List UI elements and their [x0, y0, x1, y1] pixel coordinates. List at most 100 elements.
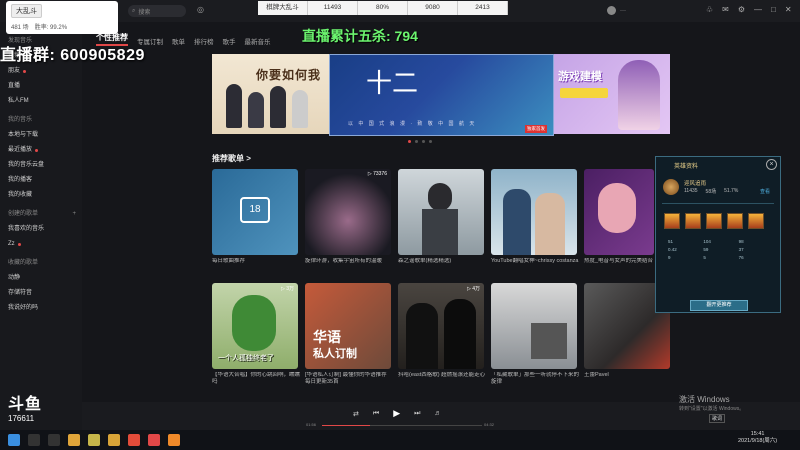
- playlist-title[interactable]: 森之谣歌单(精选精选): [398, 258, 486, 265]
- playlist-card[interactable]: ▷ 73376: [305, 169, 391, 255]
- avatar: [663, 179, 679, 195]
- playlist-card[interactable]: [398, 169, 484, 255]
- sidebar-item[interactable]: 我说好的吗: [0, 301, 82, 316]
- sidebar-item[interactable]: 我的收藏: [0, 188, 82, 203]
- view-link[interactable]: 查看: [760, 188, 770, 195]
- add-playlist-icon[interactable]: +: [72, 207, 76, 222]
- playlist-title[interactable]: [华语私人订制] 最懂你的华语推荐 每日更新35首: [305, 372, 393, 386]
- calendar-day: 18: [249, 204, 261, 215]
- banner-dot[interactable]: [408, 140, 411, 143]
- windows-start-icon[interactable]: [8, 434, 20, 446]
- window-controls: ♧ ✉ ⚙ — □ ✕: [706, 5, 792, 14]
- activation-watermark: 激活 Windows: [679, 395, 730, 404]
- banner-dot[interactable]: [429, 140, 432, 143]
- playlist-title[interactable]: YouTube翻唱女神~chrissy costanza: [491, 258, 579, 265]
- previous-icon[interactable]: ⏮: [373, 410, 379, 418]
- search-icon[interactable]: [28, 434, 40, 446]
- douyu-watermark: 斗鱼 176611: [8, 390, 66, 424]
- taskview-icon[interactable]: [48, 434, 60, 446]
- playlist-title[interactable]: 「私藏歌单」那些一听就停不下来的旋律: [491, 372, 579, 386]
- stats-cell: 棋牌大乱斗: [258, 1, 308, 15]
- mic-icon[interactable]: ◎: [197, 5, 204, 14]
- sidebar-item[interactable]: 最近播放: [0, 143, 82, 158]
- app-icon[interactable]: [128, 434, 140, 446]
- sidebar-item-label: 最近播放: [8, 147, 33, 153]
- hero-icon[interactable]: [664, 213, 680, 229]
- close-icon[interactable]: ✕: [785, 5, 792, 14]
- section-title[interactable]: 推荐歌单 >: [212, 153, 251, 164]
- cover-figure: [531, 323, 567, 359]
- skin-icon[interactable]: ♧: [706, 5, 713, 14]
- app-icon[interactable]: [88, 434, 100, 446]
- app-icon[interactable]: [68, 434, 80, 446]
- music-app-icon[interactable]: [148, 434, 160, 446]
- mail-icon[interactable]: ✉: [722, 5, 729, 14]
- cover-text: 一个人孤独终老了: [218, 355, 274, 362]
- sidebar-item[interactable]: 直播: [0, 79, 82, 94]
- search-chip[interactable]: 大乱斗: [11, 4, 42, 18]
- tab-playlist[interactable]: 歌单: [172, 36, 185, 46]
- panel-action-button[interactable]: 翻开更推荐: [690, 300, 748, 311]
- sidebar-item[interactable]: 我的播客: [0, 173, 82, 188]
- douyu-logo: 斗鱼: [8, 396, 43, 413]
- playlist-card[interactable]: [491, 283, 577, 369]
- playlist-card[interactable]: ▷ 3万 一个人孤独终老了: [212, 283, 298, 369]
- tab-artists[interactable]: 歌手: [223, 36, 236, 46]
- shuffle-icon[interactable]: ⇄: [353, 410, 359, 418]
- playlist-card[interactable]: ▷ 4万: [398, 283, 484, 369]
- close-icon[interactable]: ×: [766, 159, 777, 170]
- playlist-card[interactable]: 华语 私人订制: [305, 283, 391, 369]
- next-icon[interactable]: ⏭: [414, 410, 420, 418]
- playlist-title[interactable]: 热度_电音与女声的完美结合: [584, 258, 654, 265]
- sidebar-item[interactable]: 本地与下载: [0, 128, 82, 143]
- hero-icon[interactable]: [706, 213, 722, 229]
- sidebar-item[interactable]: Zz: [0, 237, 82, 252]
- play-icon[interactable]: ▶: [393, 408, 400, 419]
- tab-new-music[interactable]: 最新音乐: [245, 36, 271, 46]
- sidebar-item[interactable]: 我的音乐云盘: [0, 158, 82, 173]
- lyrics-icon[interactable]: ♬: [434, 410, 441, 417]
- banner-left[interactable]: 你要如何我: [212, 54, 330, 134]
- cover-text: 华语: [313, 329, 341, 345]
- playlist-card[interactable]: [584, 169, 654, 255]
- sidebar-section-head: 我的音乐: [0, 113, 82, 128]
- sidebar-item[interactable]: 我喜欢的音乐: [0, 222, 82, 237]
- avatar[interactable]: [607, 6, 616, 15]
- playlist-title[interactable]: 王蕾Pavel: [584, 372, 672, 379]
- hero-icon[interactable]: [748, 213, 764, 229]
- playlist-title[interactable]: 旋律环游，收集宇宙所有的温暖: [305, 258, 393, 265]
- app-icon[interactable]: [168, 434, 180, 446]
- sidebar-item[interactable]: 朋友: [0, 64, 82, 79]
- banner-center-subtitle: 以 中 国 式 浪 漫 · 致 敬 中 国 航 天: [348, 121, 477, 127]
- cover-text: 私人订制: [313, 348, 357, 360]
- hero-icon[interactable]: [685, 213, 701, 229]
- minimize-icon[interactable]: —: [754, 5, 762, 14]
- maximize-icon[interactable]: □: [771, 5, 776, 14]
- user-area[interactable]: ···: [607, 6, 626, 15]
- sidebar-item-label: 我的收藏: [8, 192, 33, 198]
- playlist-title[interactable]: 每日歌曲推荐: [212, 258, 300, 265]
- sidebar-item[interactable]: 私人FM: [0, 94, 82, 109]
- play-count: ▷ 3万: [280, 286, 294, 292]
- cover-figure: [535, 193, 565, 255]
- banner-center[interactable]: 十二 以 中 国 式 浪 漫 · 致 敬 中 国 航 天 独家首发: [329, 54, 554, 136]
- gear-icon[interactable]: ⚙: [738, 5, 745, 14]
- tab-charts[interactable]: 排行榜: [194, 36, 214, 46]
- sidebar-item[interactable]: 动静: [0, 271, 82, 286]
- search-input[interactable]: ⌕ 搜索: [128, 5, 186, 17]
- hero-icon[interactable]: [727, 213, 743, 229]
- sidebar-item[interactable]: 存储符音: [0, 286, 82, 301]
- system-clock[interactable]: 15:41 2021/9/18(周六): [738, 431, 777, 445]
- banner-dot[interactable]: [415, 140, 418, 143]
- user-name[interactable]: ···: [620, 8, 626, 14]
- playlist-title[interactable]: 抖哈(east西格歌) 超燃摇滚还能走心: [398, 372, 486, 379]
- playlist-card[interactable]: [491, 169, 577, 255]
- sidebar-item-label: 创建的歌单: [8, 211, 39, 217]
- banner-right[interactable]: 游戏建模: [554, 54, 670, 134]
- stat-value: 58场: [705, 189, 717, 195]
- app-icon[interactable]: [108, 434, 120, 446]
- playlist-title[interactable]: 【华语大合唱】你的心跳回响，瞧瞧吗: [212, 372, 300, 386]
- banner-dot[interactable]: [422, 140, 425, 143]
- lyric-button[interactable]: 歌词: [709, 414, 726, 423]
- playlist-card-daily[interactable]: 18: [212, 169, 298, 255]
